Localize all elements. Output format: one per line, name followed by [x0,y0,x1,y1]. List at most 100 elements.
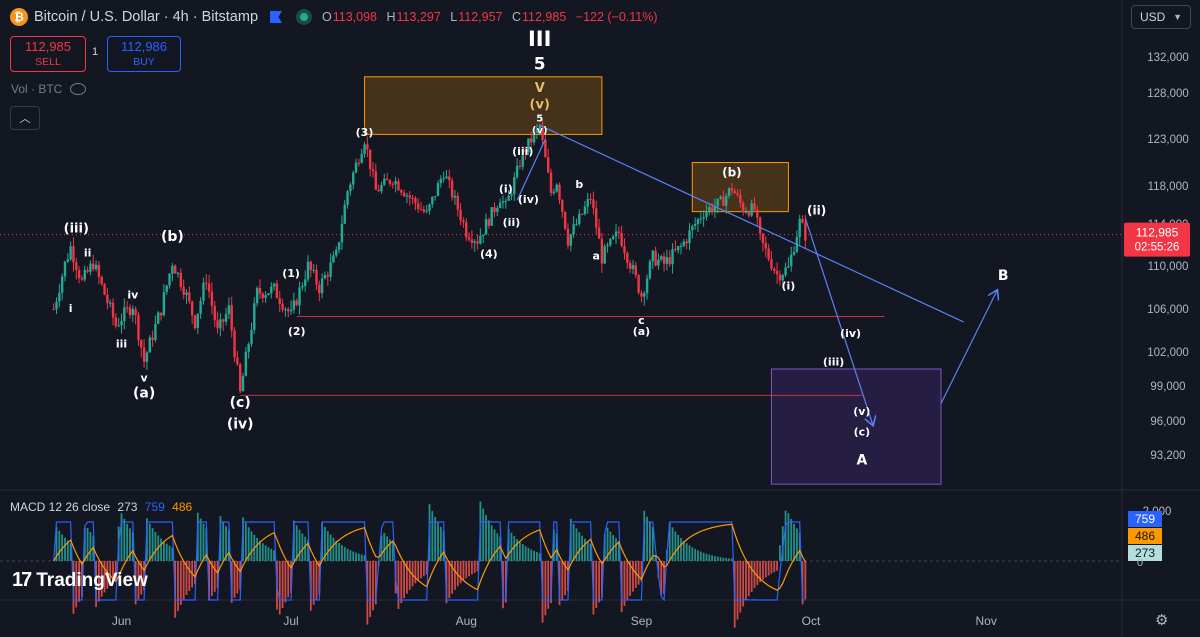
eye-hidden-icon[interactable] [70,83,87,95]
macd-hist-bar [357,553,360,561]
wave-label: b [575,178,583,191]
candle-body [352,172,355,185]
bitcoin-icon[interactable]: ₿ [10,8,28,26]
candle-body [744,212,748,214]
open-value: 113,098 [332,10,378,24]
macd-hist-bar [468,561,470,577]
candle-body [114,317,118,326]
chart-canvas[interactable]: 132,000128,000123,000118,000114,000110,0… [0,0,1200,637]
macd-hist-bar [725,558,728,561]
price-tick-label: 106,000 [1147,304,1189,316]
macd-hist-bar [714,556,716,561]
candle-body [654,250,657,266]
candle-body [52,309,55,310]
macd-hist-bar [386,536,389,561]
candle-body [736,193,739,195]
candle-body [289,309,293,312]
candle-body [315,269,318,285]
macd-hist-bar [346,548,349,561]
candle-body [733,190,736,194]
candle-body [165,285,168,293]
candle-body [188,292,191,302]
macd-hist-bar [519,541,521,561]
candle-body [496,207,499,212]
macd-hist-bar [462,561,465,581]
symbol-header: ₿ Bitcoin / U.S. Dollar · 4h · Bitstamp … [0,0,1120,34]
macd-hist-bar [177,561,179,611]
buy-button[interactable]: 112,986 BUY [107,36,181,72]
price-tick-label: 118,000 [1148,181,1189,193]
candle-body [775,270,779,275]
macd-hist-bar [688,545,691,561]
wave-label: A [856,453,867,469]
candle-body [643,293,646,297]
candle-body [716,198,719,207]
macd-hist-bar [89,531,92,561]
macd-hist-bar [702,552,705,561]
candle-body [761,233,765,243]
candle-body [651,250,654,262]
wave-label: (iv) [518,193,539,206]
candle-body [688,230,691,244]
wave-label: (a) [633,325,650,338]
candle-body [371,169,375,172]
macd-hist-bar [383,532,386,561]
candle-body [674,249,677,251]
candle-body [764,242,767,249]
candle-body [335,249,338,256]
macd-hist-bar [162,541,165,561]
macd-hist-bar [148,523,151,561]
macd-hist-bar [270,548,273,561]
macd-line-value: 759 [144,500,165,514]
macd-hist-bar [420,561,422,579]
wave-label: iii [116,338,127,351]
candle-body [801,218,804,223]
sell-button[interactable]: 112,985 SELL [10,36,86,72]
candle-body [270,286,273,294]
collapse-legend-button[interactable]: ︿ [10,106,40,130]
wave-label: v [141,371,149,384]
macd-hist-bar [719,557,722,561]
macd-hist-bar [510,532,513,561]
tradingview-logo[interactable]: 17 TradingView [12,569,148,592]
gear-icon[interactable]: ⚙ [1155,611,1171,629]
candle-body [552,191,556,194]
macd-hist-bar [790,518,793,561]
wave-label: (iii) [823,356,844,369]
candle-body [176,272,180,274]
wave-label: V [535,81,545,96]
macd-hist-bar [165,543,168,561]
candle-body [329,262,332,277]
macd-hist-bar [273,550,275,561]
macd-hist-bar [437,522,439,561]
candle-body [708,207,711,212]
low-value: 112,957 [458,10,503,24]
wave-label: (i) [781,280,795,293]
candle-body [668,257,671,265]
candle-body [705,211,708,217]
market-status-icon[interactable] [296,9,313,25]
macd-hist-bar [168,545,171,561]
price-tick-label: 99,000 [1150,381,1185,393]
wave-label: (b) [161,229,184,245]
candle-body [397,181,400,191]
candle-body [80,277,84,280]
candle-body [154,323,157,341]
candle-body [106,294,109,304]
candle-body [631,265,635,270]
symbol-title[interactable]: Bitcoin / U.S. Dollar · 4h · Bitstamp [34,9,258,25]
candle-body [750,203,753,216]
order-quantity: 1 [92,46,99,58]
macd-hist-bar [261,543,264,561]
macd-legend: MACD 12 26 close 273 759 486 [10,500,192,514]
wave-label: (i) [499,183,513,196]
candle-body [323,275,327,279]
currency-value: USD [1140,10,1166,24]
macd-hist-bar [332,537,335,561]
macd-hist-bar [649,522,651,561]
price-tick-label: 102,000 [1147,347,1189,359]
resistance-zone [364,76,603,135]
candle-body [103,283,106,295]
currency-select[interactable]: USD ▼ [1131,5,1191,29]
flag-icon[interactable] [270,11,283,23]
